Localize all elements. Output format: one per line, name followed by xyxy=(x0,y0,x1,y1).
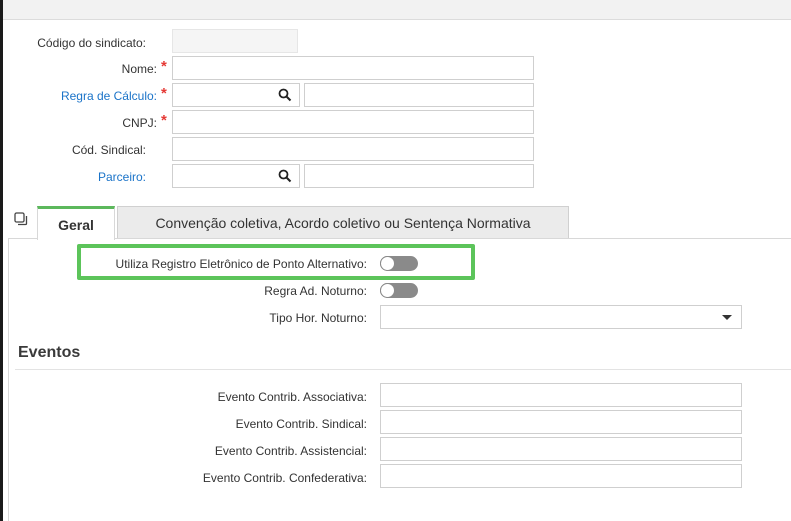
parceiro-link[interactable]: Parceiro: xyxy=(98,170,146,184)
evento-confederativa-field[interactable] xyxy=(380,464,742,488)
required-mark: * xyxy=(161,112,167,129)
cod-sindical-label: Cód. Sindical: xyxy=(71,143,146,157)
evento-confederativa-label: Evento Contrib. Confederativa: xyxy=(202,471,367,485)
tipo-hor-noturno-select[interactable] xyxy=(380,305,742,329)
regra-calculo-link[interactable]: Regra de Cálculo: xyxy=(61,89,157,103)
codigo-field xyxy=(172,29,298,53)
codigo-label: Código do sindicato: xyxy=(37,36,146,50)
tab-geral[interactable]: Geral xyxy=(37,206,115,240)
regra-noturno-label: Regra Ad. Noturno: xyxy=(264,284,367,298)
cnpj-label: CNPJ: xyxy=(122,116,157,130)
top-toolbar xyxy=(3,0,791,20)
search-icon[interactable] xyxy=(278,88,292,102)
eventos-title: Eventos xyxy=(18,344,81,361)
toggle-knob xyxy=(380,256,395,271)
search-icon[interactable] xyxy=(278,169,292,183)
copy-icon[interactable] xyxy=(14,212,28,226)
regra-calculo-description xyxy=(304,83,534,107)
parceiro-description xyxy=(304,164,534,188)
tab-convencao-coletiva[interactable]: Convenção coletiva, Acordo coletivo ou S… xyxy=(117,206,569,239)
regra-noturno-toggle[interactable] xyxy=(380,283,418,298)
evento-associativa-label: Evento Contrib. Associativa: xyxy=(217,390,367,404)
rep-alternativo-toggle[interactable] xyxy=(380,256,418,271)
required-mark: * xyxy=(161,58,167,75)
evento-assistencial-field[interactable] xyxy=(380,437,742,461)
cod-sindical-field[interactable] xyxy=(172,137,534,161)
evento-assistencial-label: Evento Contrib. Assistencial: xyxy=(214,444,367,458)
evento-associativa-field[interactable] xyxy=(380,383,742,407)
toggle-knob xyxy=(380,283,395,298)
cnpj-field[interactable] xyxy=(172,110,534,134)
rep-alternativo-label: Utiliza Registro Eletrônico de Ponto Alt… xyxy=(115,257,367,271)
nome-field[interactable] xyxy=(172,56,534,80)
chevron-down-icon[interactable] xyxy=(722,315,732,320)
evento-sindical-field[interactable] xyxy=(380,410,742,434)
tipo-hor-noturno-label: Tipo Hor. Noturno: xyxy=(269,311,367,325)
window-edge xyxy=(0,0,3,521)
nome-label: Nome: xyxy=(121,62,157,76)
required-mark: * xyxy=(161,85,167,102)
evento-sindical-label: Evento Contrib. Sindical: xyxy=(235,417,367,431)
section-divider xyxy=(15,369,791,370)
